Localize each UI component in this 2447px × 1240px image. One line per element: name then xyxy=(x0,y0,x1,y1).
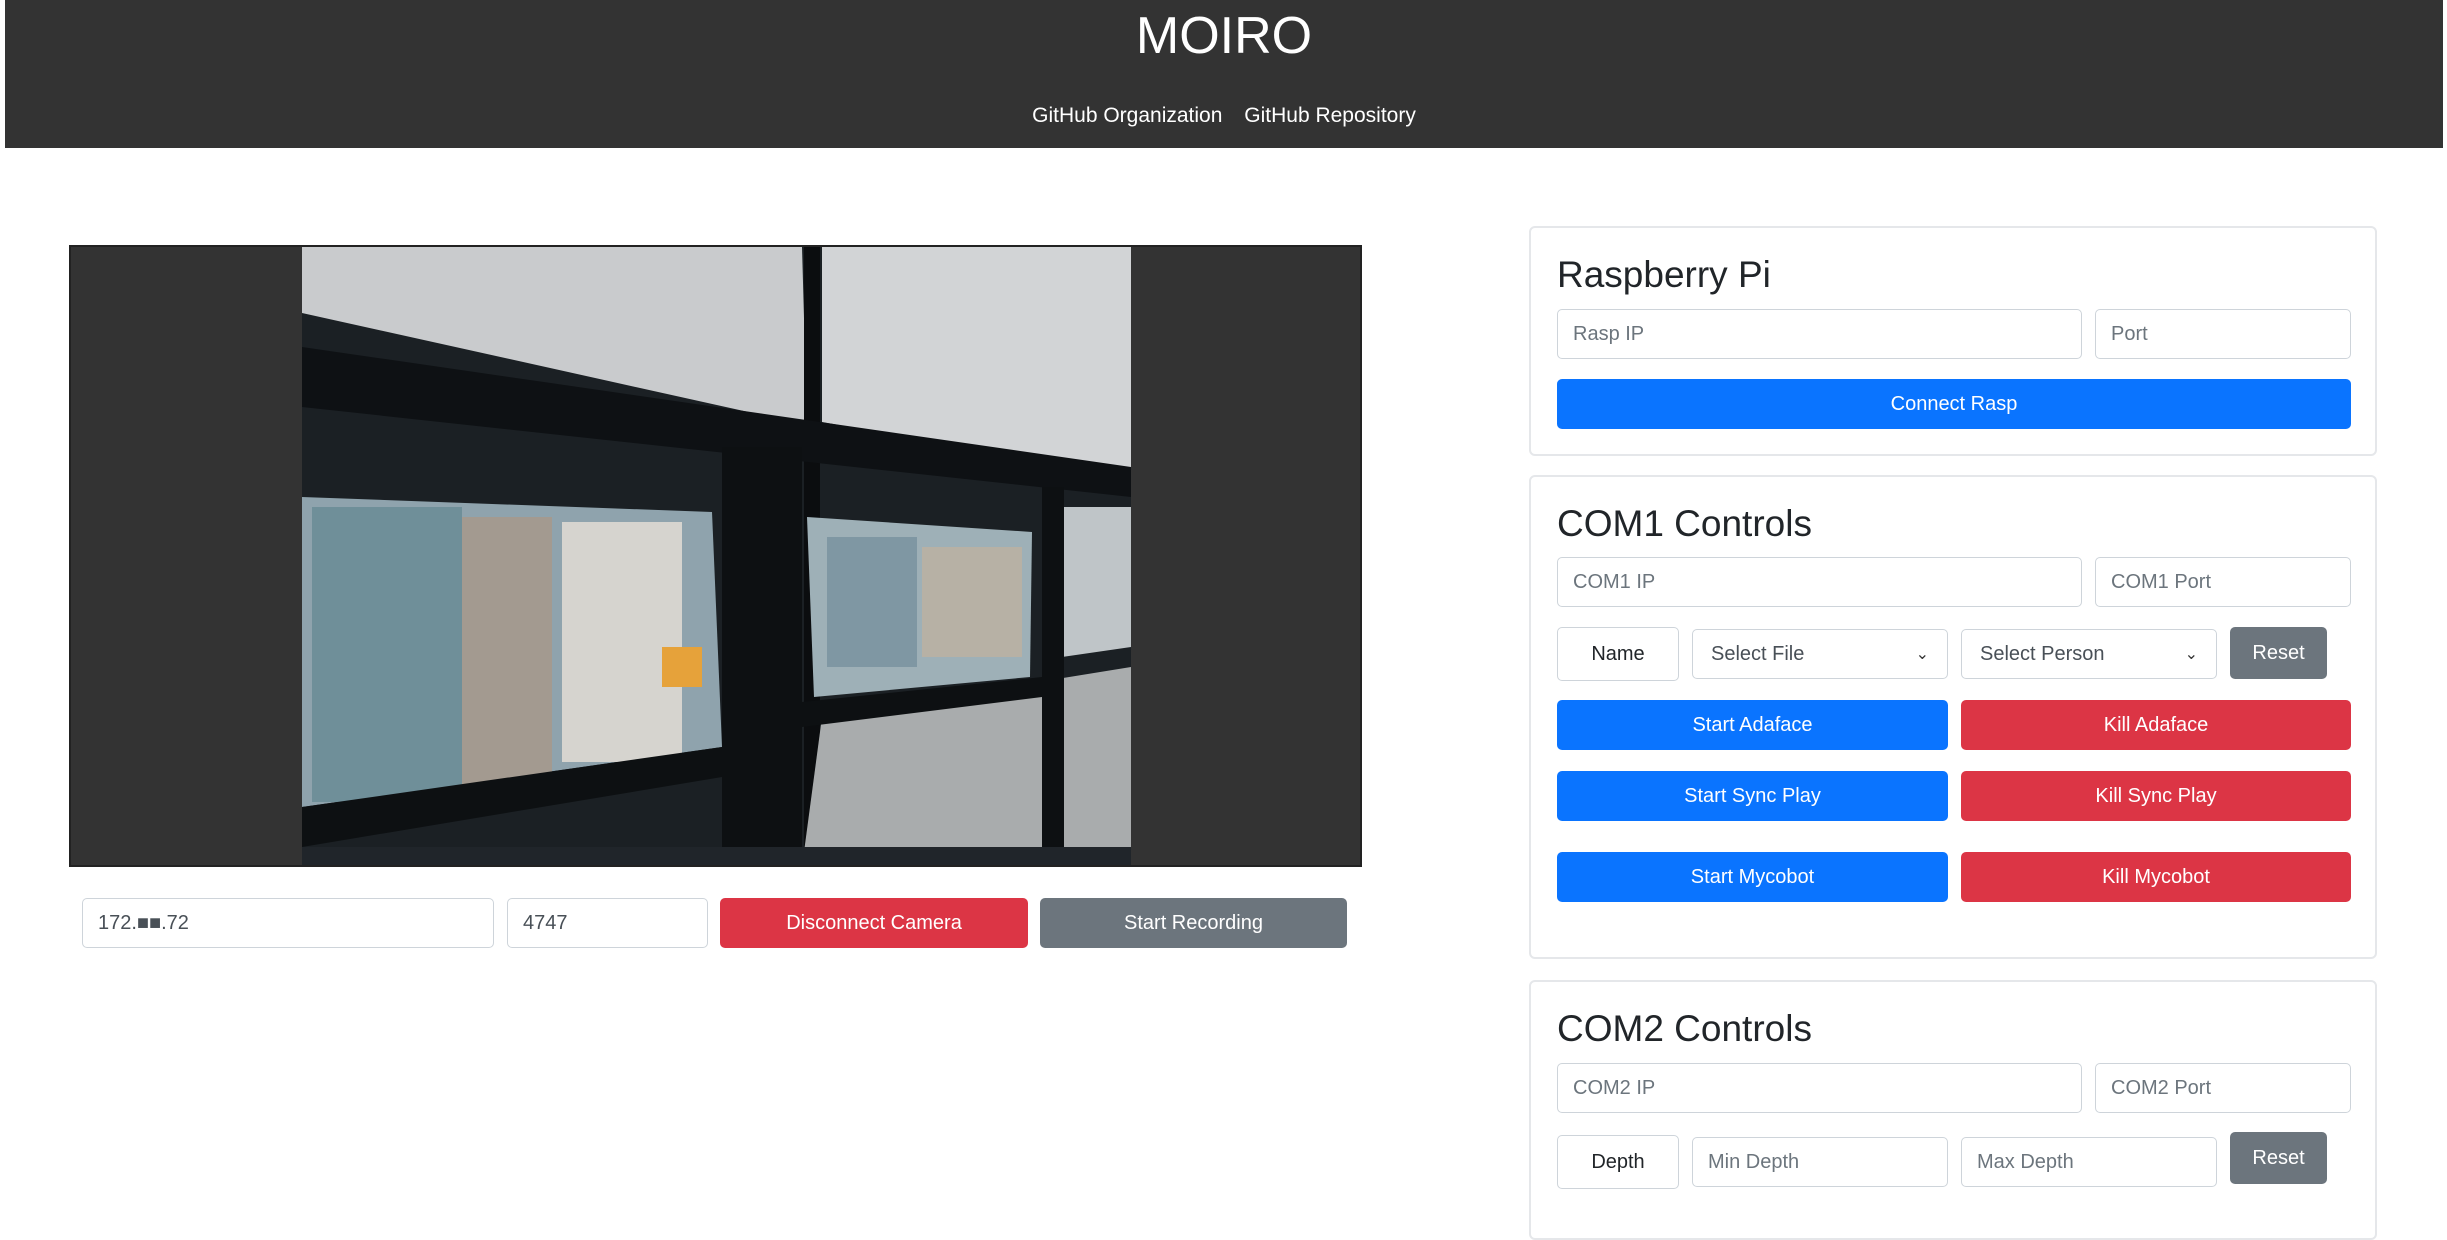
camera-view xyxy=(69,245,1362,867)
max-depth-input[interactable] xyxy=(1961,1137,2217,1187)
top-header: MOIRO GitHub Organization GitHub Reposit… xyxy=(5,0,2443,148)
raspberry-pi-card: Raspberry Pi Connect Rasp xyxy=(1529,226,2377,456)
select-file-dropdown[interactable]: Select File ⌄ xyxy=(1692,629,1948,679)
com2-port-input[interactable] xyxy=(2095,1063,2351,1113)
kill-adaface-button[interactable]: Kill Adaface xyxy=(1961,700,2351,750)
com1-port-input[interactable] xyxy=(2095,557,2351,607)
disconnect-camera-button[interactable]: Disconnect Camera xyxy=(720,898,1028,948)
connect-rasp-button[interactable]: Connect Rasp xyxy=(1557,379,2351,429)
raspberry-pi-title: Raspberry Pi xyxy=(1557,254,1771,295)
github-repository-link[interactable]: GitHub Repository xyxy=(1244,104,1416,127)
rasp-port-input[interactable] xyxy=(2095,309,2351,359)
select-person-dropdown[interactable]: Select Person ⌄ xyxy=(1961,629,2217,679)
start-mycobot-button[interactable]: Start Mycobot xyxy=(1557,852,1948,902)
select-person-value: Select Person xyxy=(1980,642,2105,665)
com1-controls-card: COM1 Controls Name Select File ⌄ Select … xyxy=(1529,475,2377,959)
com1-ip-input[interactable] xyxy=(1557,557,2082,607)
name-button[interactable]: Name xyxy=(1557,627,1679,681)
com1-title: COM1 Controls xyxy=(1557,503,1812,544)
kill-sync-play-button[interactable]: Kill Sync Play xyxy=(1961,771,2351,821)
camera-port-input[interactable] xyxy=(507,898,708,948)
chevron-down-icon: ⌄ xyxy=(1915,646,1929,663)
com1-reset-button[interactable]: Reset xyxy=(2230,627,2327,679)
camera-ip-input[interactable] xyxy=(82,898,494,948)
github-organization-link[interactable]: GitHub Organization xyxy=(1032,104,1222,127)
com2-reset-button[interactable]: Reset xyxy=(2230,1132,2327,1184)
com2-ip-input[interactable] xyxy=(1557,1063,2082,1113)
com2-controls-card: COM2 Controls Depth Reset xyxy=(1529,980,2377,1240)
select-file-value: Select File xyxy=(1711,642,1805,665)
com2-title: COM2 Controls xyxy=(1557,1008,1812,1049)
camera-stream-image xyxy=(302,247,1131,865)
start-sync-play-button[interactable]: Start Sync Play xyxy=(1557,771,1948,821)
min-depth-input[interactable] xyxy=(1692,1137,1948,1187)
start-adaface-button[interactable]: Start Adaface xyxy=(1557,700,1948,750)
start-recording-button[interactable]: Start Recording xyxy=(1040,898,1347,948)
chevron-down-icon: ⌄ xyxy=(2184,646,2198,663)
header-nav: GitHub Organization GitHub Repository xyxy=(5,104,2443,128)
site-title: MOIRO xyxy=(1135,7,1313,65)
depth-button[interactable]: Depth xyxy=(1557,1135,1679,1189)
rasp-ip-input[interactable] xyxy=(1557,309,2082,359)
kill-mycobot-button[interactable]: Kill Mycobot xyxy=(1961,852,2351,902)
